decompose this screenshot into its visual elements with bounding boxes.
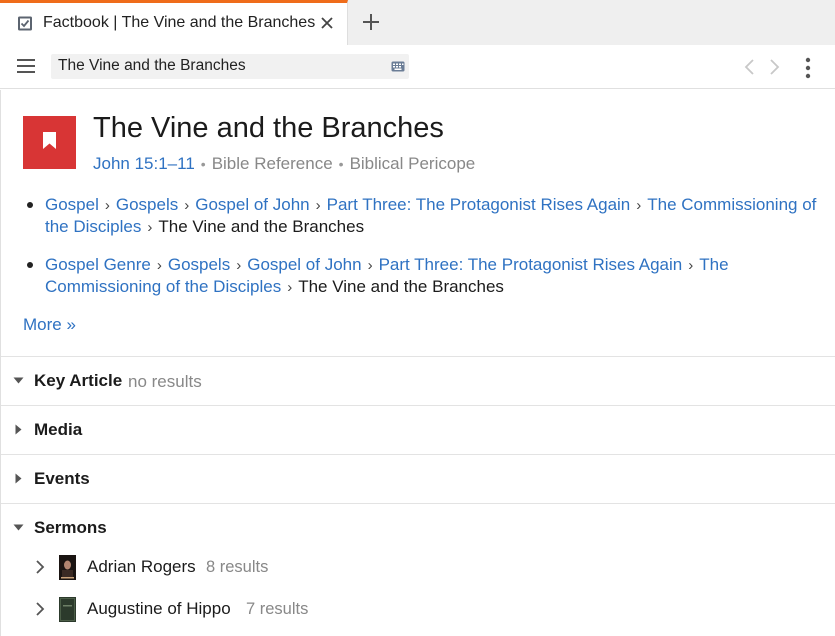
breadcrumb-link[interactable]: Gospels <box>168 255 230 274</box>
type-bible-reference: Bible Reference <box>211 154 333 173</box>
breadcrumb-separator: › <box>236 257 242 274</box>
tab-factbook[interactable]: Factbook | The Vine and the Branches <box>0 0 348 45</box>
section-media[interactable]: Media <box>1 405 835 454</box>
breadcrumb-separator: › <box>156 257 162 274</box>
breadcrumb-separator: › <box>367 257 373 274</box>
breadcrumb-link[interactable]: Gospel Genre <box>45 255 151 274</box>
breadcrumb-separator: › <box>104 197 110 214</box>
breadcrumb-separator: › <box>636 197 642 214</box>
caret-right-icon <box>15 473 22 484</box>
section-title: Events <box>34 469 90 488</box>
breadcrumb-link[interactable]: Gospels <box>116 195 178 214</box>
sermon-author: Augustine of Hippo <box>87 599 231 618</box>
caret-down-icon <box>13 524 24 531</box>
plus-icon[interactable] <box>362 13 380 31</box>
section-sermons[interactable]: Sermons <box>1 503 835 552</box>
breadcrumb-separator: › <box>688 257 694 274</box>
sermon-item-adrian-rogers[interactable]: Adrian Rogers 8 results <box>1 548 835 588</box>
section-title: Key Article <box>34 371 123 390</box>
page-title: The Vine and the Branches <box>93 112 444 144</box>
factbook-content: The Vine and the Branches John 15:1–11 • B… <box>0 90 835 636</box>
breadcrumb-link[interactable]: Part Three: The Protagonist Rises Again <box>327 195 631 214</box>
type-biblical-pericope: Biblical Pericope <box>349 154 476 173</box>
vertical-dots-icon[interactable] <box>804 57 812 79</box>
breadcrumb-separator: › <box>147 219 153 236</box>
caret-right-icon <box>15 424 22 435</box>
more-link[interactable]: More » <box>23 315 76 335</box>
search-input[interactable]: The Vine and the Branches <box>51 54 409 79</box>
breadcrumb-link[interactable]: Gospel of John <box>195 195 309 214</box>
section-title: Sermons <box>34 518 107 537</box>
breadcrumb-link[interactable]: Gospel of John <box>247 255 361 274</box>
chevron-right-icon[interactable] <box>35 559 45 575</box>
sermon-item-augustine-of-hippo[interactable]: Augustine of Hippo 7 results <box>1 590 835 630</box>
subtitle: John 15:1–11 • Bible Reference • Biblical Pe… <box>93 154 475 174</box>
close-icon[interactable] <box>319 15 335 31</box>
search-value: The Vine and the Branches <box>58 57 246 74</box>
toolbar: The Vine and the Branches <box>0 45 835 89</box>
breadcrumb-lists: Gospel › Gospels › Gospel of John › Part Three… <box>27 194 827 314</box>
breadcrumb-current: The Vine and the Branches <box>298 277 504 296</box>
breadcrumb-current: The Vine and the Branches <box>158 217 365 236</box>
breadcrumb-separator: › <box>287 279 293 296</box>
bookmark-icon <box>43 132 56 149</box>
separator-dot: • <box>338 156 344 172</box>
factbook-check-icon <box>18 16 32 31</box>
chevron-right-icon[interactable] <box>35 601 45 617</box>
breadcrumb: Gospel › Gospels › Gospel of John › Part Three… <box>27 194 827 238</box>
separator-dot: • <box>200 156 206 172</box>
section-note: no results <box>128 372 202 391</box>
bible-reference-link[interactable]: John 15:1–11 <box>93 154 195 173</box>
book-cover-thumbnail <box>59 597 76 622</box>
breadcrumb-separator: › <box>184 197 190 214</box>
caret-down-icon <box>13 377 24 384</box>
chevron-left-icon[interactable] <box>743 58 755 76</box>
tab-title: Factbook | The Vine and the Branches <box>43 14 316 31</box>
result-count: 8 results <box>206 558 269 576</box>
tab-bar: Factbook | The Vine and the Branches <box>0 0 835 45</box>
breadcrumb-link[interactable]: Gospel <box>45 195 99 214</box>
breadcrumb: Gospel Genre › Gospels › Gospel of John › Part… <box>27 254 827 298</box>
result-count: 7 results <box>246 600 309 618</box>
sermon-author: Adrian Rogers <box>87 557 196 576</box>
hamburger-icon[interactable] <box>17 58 35 74</box>
section-title: Media <box>34 420 83 439</box>
chevron-right-icon[interactable] <box>769 58 781 76</box>
factbook-logo <box>23 116 76 169</box>
book-cover-thumbnail <box>59 555 76 580</box>
breadcrumb-link[interactable]: Part Three: The Protagonist Rises Again <box>379 255 683 274</box>
section-key-article[interactable]: Key Article no results <box>1 356 835 405</box>
breadcrumb-separator: › <box>315 197 321 214</box>
keyboard-icon[interactable] <box>391 61 405 72</box>
section-events[interactable]: Events <box>1 454 835 503</box>
